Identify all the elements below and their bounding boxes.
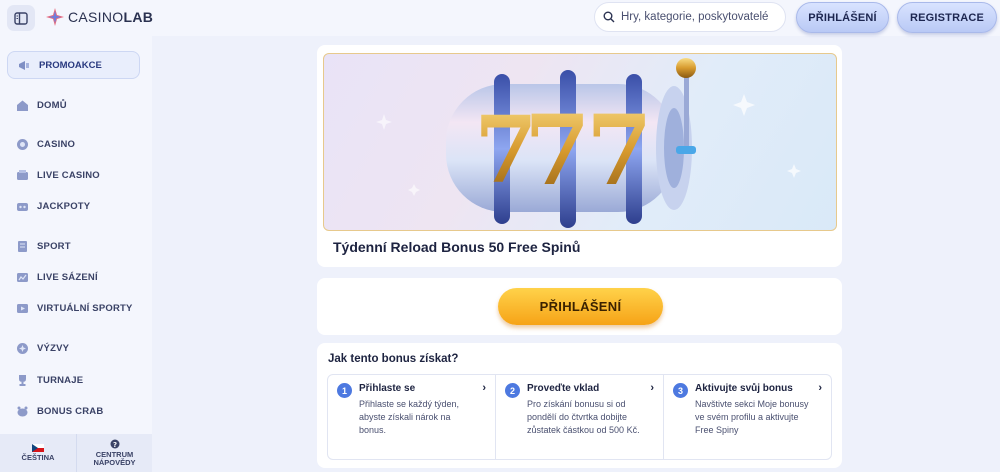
sidebar-item-vyzvy[interactable]: VÝZVY xyxy=(16,342,69,355)
step-number-badge: 1 xyxy=(337,383,352,398)
challenges-icon xyxy=(16,342,29,355)
promo-banner-card: 7 7 7 Týdenní Reload Bonus 50 Free Spinů xyxy=(317,45,842,267)
step-title: Přihlaste se xyxy=(359,383,416,394)
chevron-right-icon: › xyxy=(482,382,486,394)
search-box[interactable] xyxy=(594,2,786,32)
search-icon xyxy=(603,11,615,23)
megaphone-icon xyxy=(19,60,29,70)
casino-chip-icon xyxy=(16,138,29,151)
sidebar-item-sport[interactable]: SPORT xyxy=(16,240,71,253)
register-button[interactable]: REGISTRACE xyxy=(897,2,997,33)
step-3[interactable]: 3 Aktivujte svůj bonus Navštivte sekci M… xyxy=(663,375,831,459)
sidebar: PROMOAKCE DOMŮ CASINO LIVE CASINO JACKPO… xyxy=(0,36,152,472)
sidebar-toggle-icon xyxy=(14,11,28,25)
sidebar-item-label: JACKPOTY xyxy=(37,201,91,212)
virtual-sports-icon xyxy=(16,302,29,315)
help-center-link[interactable]: ? CENTRUM NÁPOVĚDY xyxy=(76,434,152,472)
live-casino-icon xyxy=(16,169,29,182)
chevron-right-icon: › xyxy=(650,382,654,394)
star-logo-icon xyxy=(46,8,64,26)
step-1[interactable]: 1 Přihlaste se Přihlaste se každý týden,… xyxy=(328,375,495,459)
sidebar-footer: ČEŠTINA ? CENTRUM NÁPOVĚDY xyxy=(0,434,152,472)
promo-banner-image: 7 7 7 xyxy=(323,53,837,231)
steps-list: 1 Přihlaste se Přihlaste se každý týden,… xyxy=(327,374,832,460)
czech-flag-icon xyxy=(32,443,44,452)
sidebar-toggle-button[interactable] xyxy=(7,5,35,31)
help-icon: ? xyxy=(110,439,119,449)
sidebar-item-turnaje[interactable]: TURNAJE xyxy=(16,374,83,387)
sidebar-item-jackpoty[interactable]: JACKPOTY xyxy=(16,200,90,213)
login-cta-button[interactable]: PŘIHLÁŠENÍ xyxy=(498,288,663,325)
sidebar-item-label: LIVE CASINO xyxy=(37,170,100,181)
sidebar-item-bonus-crab[interactable]: BONUS CRAB xyxy=(16,405,103,418)
step-description: Navštivte sekci Moje bonusy ve svém prof… xyxy=(695,399,809,435)
sidebar-item-label: VIRTUÁLNÍ SPORTY xyxy=(37,303,133,314)
step-number-badge: 3 xyxy=(673,383,688,398)
sidebar-item-live-sazeni[interactable]: LIVE SÁZENÍ xyxy=(16,271,98,284)
live-betting-icon xyxy=(16,271,29,284)
slot-machine-icon: 7 7 7 xyxy=(376,58,801,228)
sidebar-item-virtualni-sporty[interactable]: VIRTUÁLNÍ SPORTY xyxy=(16,302,133,315)
logo-text: CASINOLAB xyxy=(68,9,154,25)
home-icon xyxy=(16,99,29,112)
login-button[interactable]: PŘIHLÁŠENÍ xyxy=(796,2,889,33)
sidebar-item-label: BONUS CRAB xyxy=(37,406,104,417)
sidebar-item-casino[interactable]: CASINO xyxy=(16,138,75,151)
step-number-badge: 2 xyxy=(505,383,520,398)
bonus-crab-icon xyxy=(16,405,29,418)
jackpot-icon xyxy=(16,200,29,213)
svg-text:7: 7 xyxy=(586,94,653,207)
sidebar-item-label: LIVE SÁZENÍ xyxy=(37,272,98,283)
login-cta-card: PŘIHLÁŠENÍ xyxy=(317,278,842,335)
sidebar-item-label: VÝZVY xyxy=(37,343,70,354)
trophy-icon xyxy=(16,374,29,387)
step-title: Proveďte vklad xyxy=(527,383,600,394)
sport-icon xyxy=(16,240,29,253)
casinolab-logo[interactable]: CASINOLAB xyxy=(45,7,153,27)
sidebar-item-label: TURNAJE xyxy=(37,375,84,386)
sidebar-item-promoakce[interactable]: PROMOAKCE xyxy=(7,51,140,79)
sidebar-item-label: SPORT xyxy=(37,241,71,252)
svg-text:?: ? xyxy=(112,441,116,449)
svg-text:7: 7 xyxy=(524,94,591,207)
sidebar-item-live-casino[interactable]: LIVE CASINO xyxy=(16,169,100,182)
top-bar: CASINOLAB PŘIHLÁŠENÍ REGISTRACE xyxy=(0,0,1000,36)
help-label-2: NÁPOVĚDY xyxy=(93,458,136,467)
step-title: Aktivujte svůj bonus xyxy=(695,383,793,394)
search-input[interactable] xyxy=(621,11,781,23)
chevron-right-icon: › xyxy=(818,382,822,394)
language-label: ČEŠTINA xyxy=(21,452,55,462)
bonus-steps-card: Jak tento bonus získat? 1 Přihlaste se P… xyxy=(317,343,842,468)
step-description: Pro získání bonusu si od pondělí do čtvr… xyxy=(527,399,640,435)
step-description: Přihlaste se každý týden, abyste získali… xyxy=(359,399,460,435)
steps-title: Jak tento bonus získat? xyxy=(328,353,459,365)
sidebar-item-label: DOMŮ xyxy=(37,100,67,111)
language-selector[interactable]: ČEŠTINA xyxy=(0,434,76,472)
sidebar-item-label: CASINO xyxy=(37,139,76,150)
sidebar-item-domu[interactable]: DOMŮ xyxy=(16,99,67,112)
step-2[interactable]: 2 Proveďte vklad Pro získání bonusu si o… xyxy=(495,375,663,459)
sidebar-item-label: PROMOAKCE xyxy=(39,59,102,71)
banner-title: Týdenní Reload Bonus 50 Free Spinů xyxy=(333,239,581,255)
